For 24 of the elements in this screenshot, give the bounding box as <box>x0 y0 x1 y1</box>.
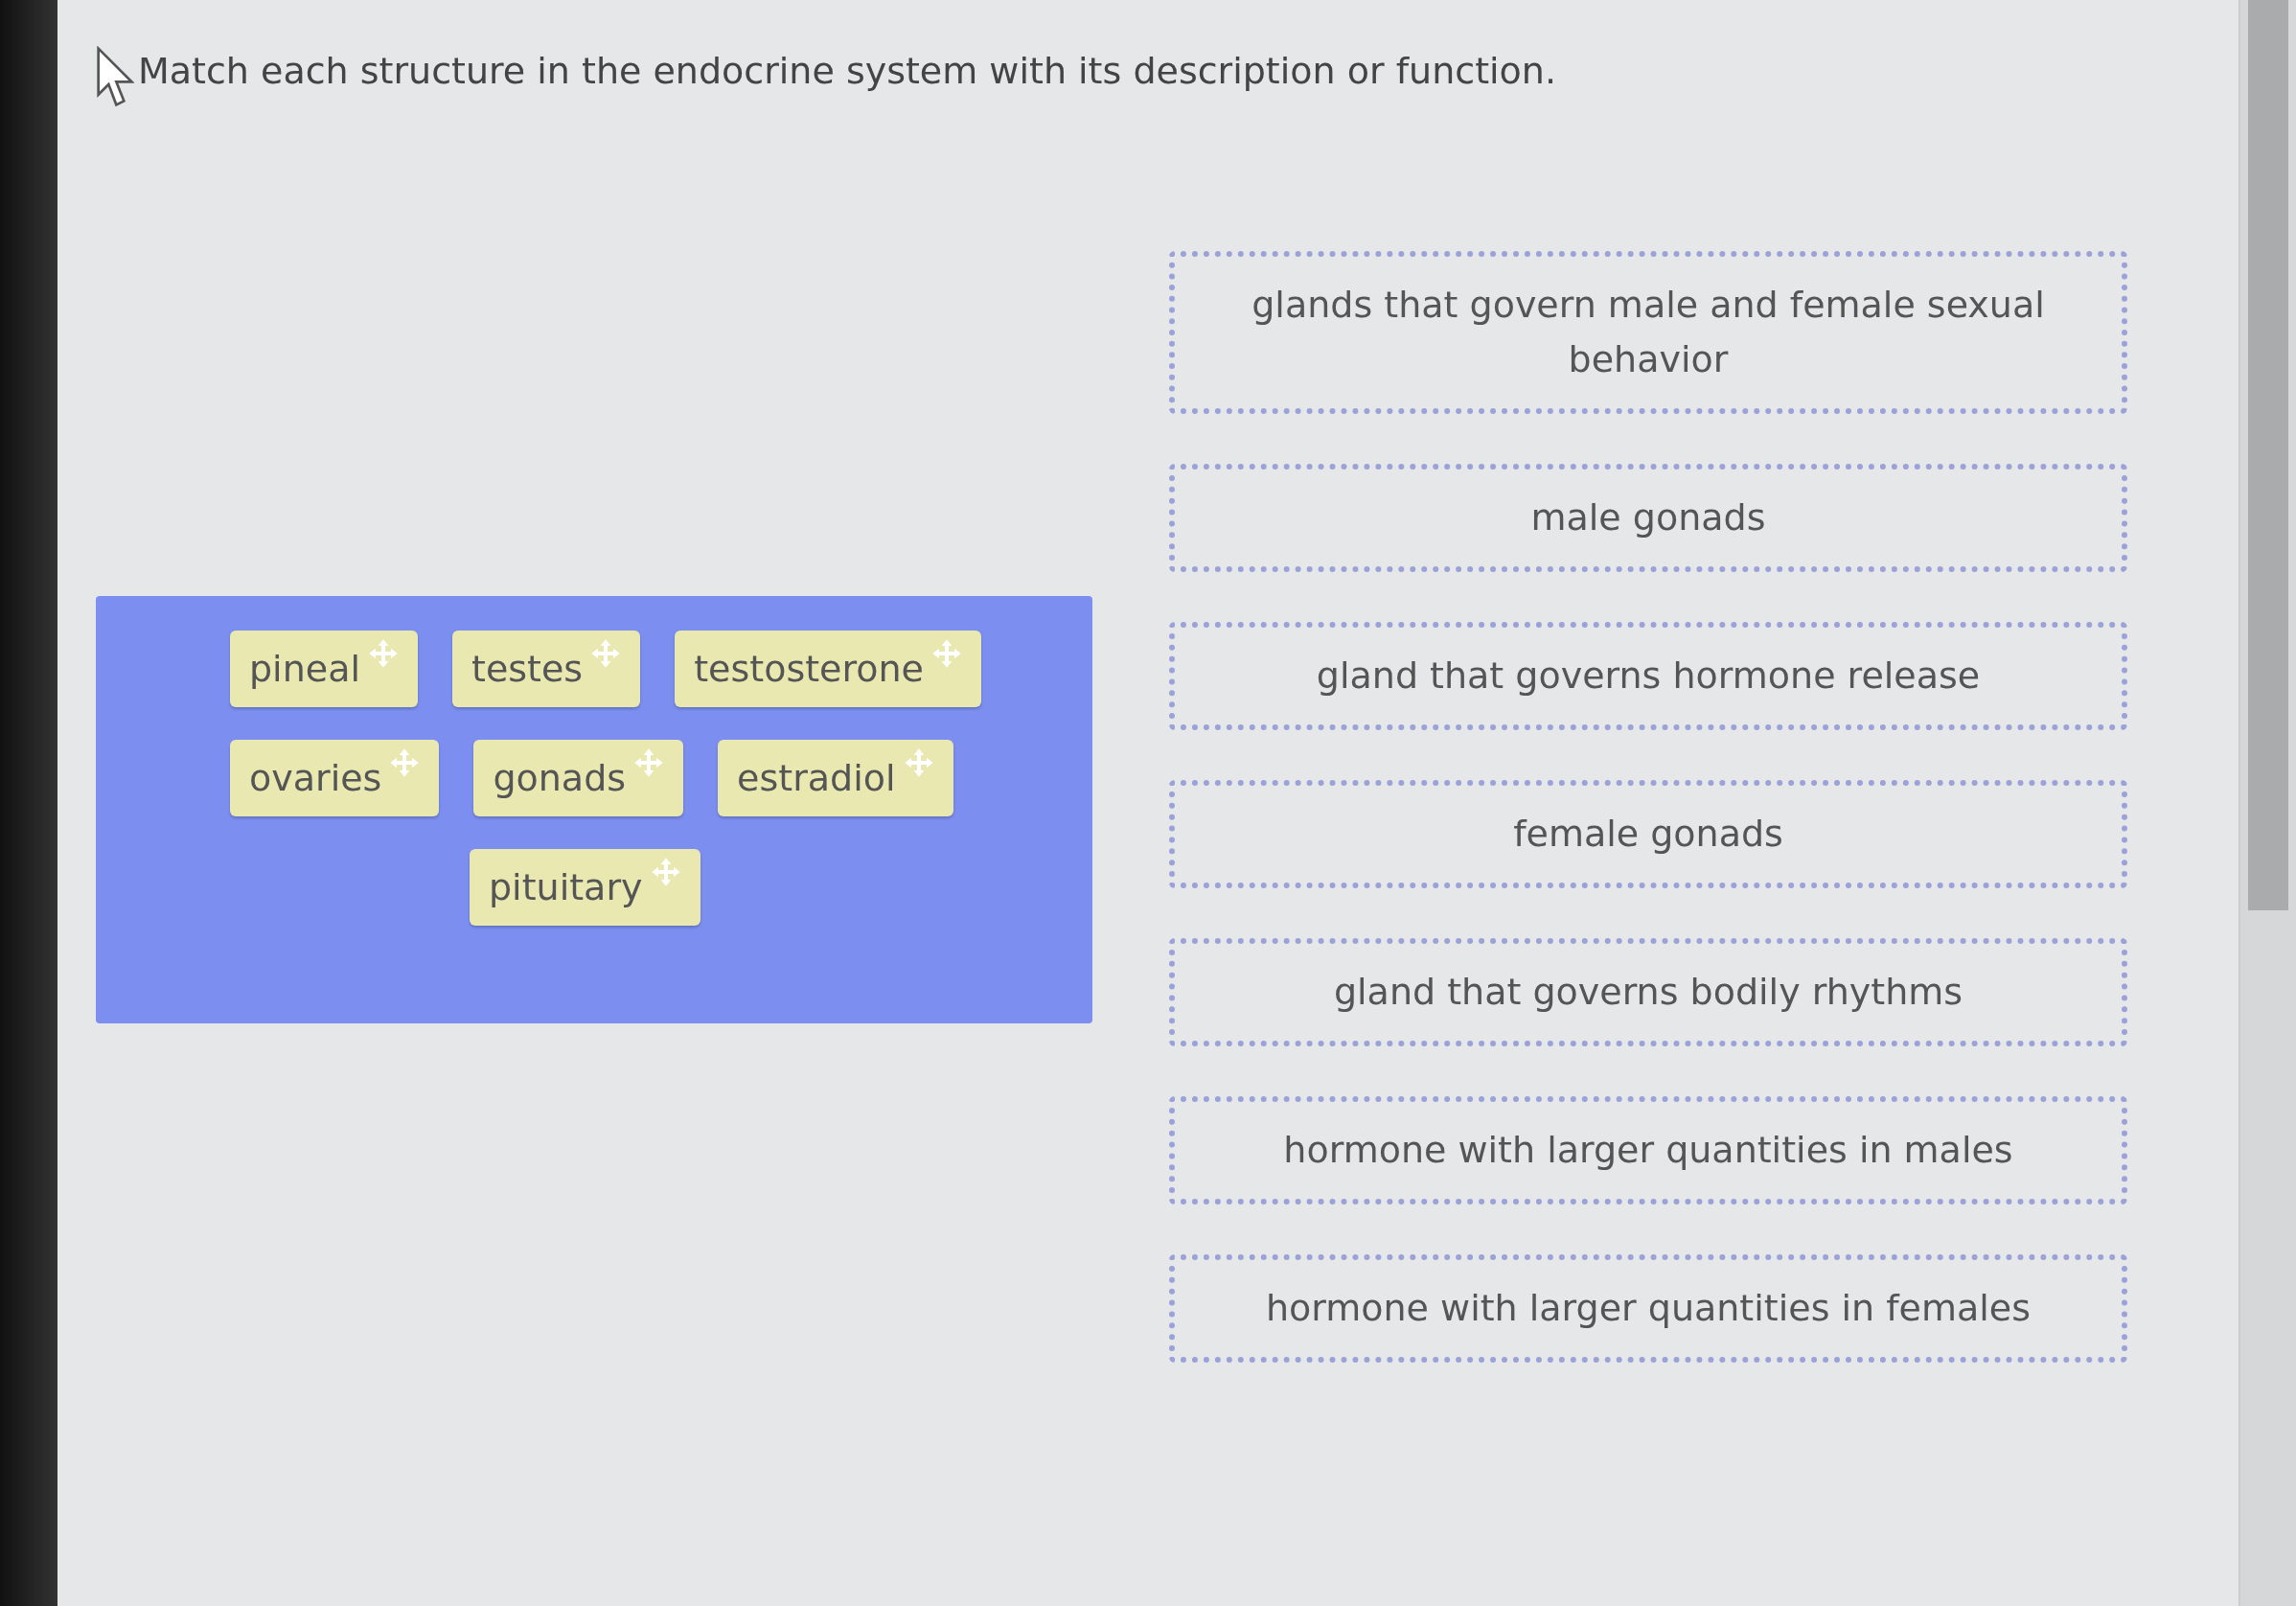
move-icon <box>903 747 934 778</box>
draggable-tile[interactable]: pituitary <box>470 849 700 926</box>
draggable-tile[interactable]: estradiol <box>718 740 953 816</box>
scrollbar-thumb[interactable] <box>2248 0 2288 910</box>
draggable-tile[interactable]: testosterone <box>675 631 981 707</box>
drop-zone[interactable]: hormone with larger quantities in males <box>1169 1096 2127 1204</box>
move-icon <box>368 638 399 669</box>
drop-zone[interactable]: glands that govern male and female sexual behavior <box>1169 251 2127 414</box>
drop-zone[interactable]: gland that governs bodily rhythms <box>1169 938 2127 1046</box>
drop-zone[interactable]: female gonads <box>1169 780 2127 888</box>
draggable-tile[interactable]: testes <box>452 631 641 707</box>
move-icon <box>633 747 665 778</box>
move-icon <box>389 747 421 778</box>
drop-zone[interactable]: male gonads <box>1169 464 2127 572</box>
move-icon <box>650 857 681 887</box>
cursor-icon <box>96 46 134 107</box>
question-text: Match each structure in the endocrine system with its description or function. <box>138 50 1556 92</box>
drop-zone[interactable]: gland that governs hormone release <box>1169 622 2127 730</box>
draggable-tile[interactable]: ovaries <box>230 740 440 816</box>
move-icon <box>590 638 622 669</box>
draggable-tile[interactable]: gonads <box>473 740 684 816</box>
draggable-tile[interactable]: pineal <box>230 631 418 707</box>
drop-zone[interactable]: hormone with larger quantities in females <box>1169 1254 2127 1363</box>
move-icon <box>930 638 962 669</box>
